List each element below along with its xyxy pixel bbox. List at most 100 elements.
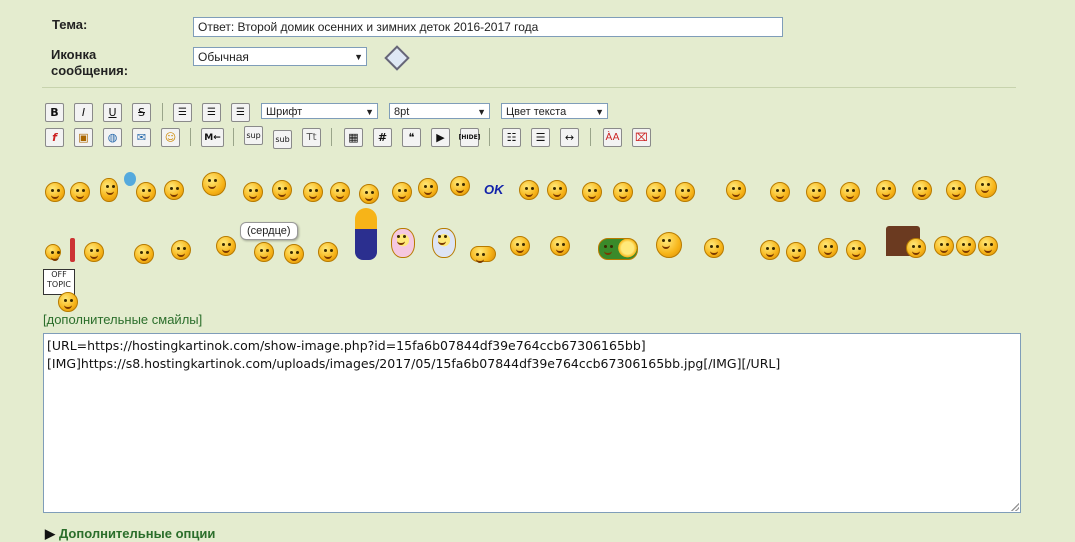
balloon-icon[interactable]	[124, 172, 136, 186]
laugh-smile-icon[interactable]	[272, 180, 292, 200]
smile-icon[interactable]	[134, 244, 154, 264]
grin-smile-icon[interactable]	[330, 182, 350, 202]
smile-icon[interactable]	[45, 244, 61, 261]
divider	[42, 87, 1016, 88]
ok-smile-icon[interactable]	[450, 176, 470, 196]
ok-sign: OK	[484, 182, 504, 197]
quote-icon[interactable]: ❝	[402, 128, 421, 147]
smile-icon[interactable]	[70, 182, 90, 202]
skateboard-smile-icon[interactable]	[598, 238, 638, 260]
subject-input[interactable]: Ответ: Второй домик осенних и зимних дет…	[193, 17, 783, 37]
bold-button[interactable]: B	[45, 103, 64, 122]
smile-icon[interactable]	[254, 242, 274, 262]
idea-smile-icon[interactable]	[876, 180, 896, 200]
size-select[interactable]: 8pt ▼	[389, 103, 490, 119]
remove-format-icon[interactable]: ⌧	[632, 128, 651, 147]
additional-options-toggle[interactable]: ▶ Дополнительные опции	[45, 526, 215, 542]
girls-smile-icon[interactable]	[760, 240, 780, 260]
thermometer-icon[interactable]	[70, 238, 75, 262]
message-textarea[interactable]: [URL=https://hostingkartinok.com/show-im…	[43, 333, 1021, 513]
pregnant-smile-icon[interactable]	[355, 208, 377, 260]
smile-icon[interactable]	[45, 182, 65, 202]
offtopic-smile-icon[interactable]	[58, 292, 78, 312]
merge-button[interactable]: M←	[201, 128, 224, 147]
hide-button[interactable]: [HIDE]	[459, 128, 480, 147]
font-select-value: Шрифт	[266, 106, 303, 118]
align-left-icon[interactable]: ☰	[173, 103, 192, 122]
thinking-smile-icon[interactable]	[359, 184, 379, 204]
italic-button[interactable]: I	[74, 103, 93, 122]
subscript-button[interactable]: sub	[273, 130, 292, 149]
bullet-list-icon[interactable]: ☷	[502, 128, 521, 147]
flower-smile-icon[interactable]	[202, 172, 226, 196]
globe-link-icon[interactable]: ◍	[103, 128, 122, 147]
superscript-button[interactable]: sup	[244, 126, 263, 145]
code-button[interactable]: #	[373, 128, 392, 147]
smile-icon[interactable]	[786, 242, 806, 262]
dance-smile-icon[interactable]	[806, 182, 826, 202]
angry-smile-icon[interactable]	[418, 178, 438, 198]
image-icon[interactable]: ▣	[74, 128, 93, 147]
choir-smile-icon[interactable]	[978, 236, 998, 256]
bonnet-smile-icon[interactable]	[432, 228, 456, 258]
smile-icon[interactable]	[84, 242, 104, 262]
party-smile-icon[interactable]	[510, 236, 530, 256]
spoiler-icon[interactable]: ▶	[431, 128, 450, 147]
spellcheck-icon[interactable]: ÀA	[603, 128, 622, 147]
smile-icon[interactable]	[284, 244, 304, 264]
flash-icon[interactable]: f	[45, 128, 64, 147]
smile-icon[interactable]	[912, 180, 932, 200]
cry-smile-icon[interactable]	[675, 182, 695, 202]
font-select[interactable]: Шрифт ▼	[261, 103, 378, 119]
love-smile-icon[interactable]	[818, 238, 838, 258]
sad-smile-icon[interactable]	[547, 180, 567, 200]
offtopic-line2: TOPIC	[47, 280, 71, 289]
piano-smile-icon[interactable]	[906, 238, 926, 258]
smile-icon[interactable]	[303, 182, 323, 202]
teletype-button[interactable]: Tt	[302, 128, 321, 147]
resize-grip-icon[interactable]	[1011, 503, 1019, 511]
icon-label-line1: Иконка	[51, 47, 97, 62]
color-select[interactable]: Цвет текста ▼	[501, 103, 608, 119]
chevron-down-icon: ▼	[354, 52, 363, 62]
smile-icon[interactable]	[318, 242, 338, 262]
wave-smile-icon[interactable]	[613, 182, 633, 202]
surprised-smile-icon[interactable]	[975, 176, 997, 198]
align-center-icon[interactable]: ☰	[202, 103, 221, 122]
choir-smile-icon[interactable]	[956, 236, 976, 256]
cool-smile-icon[interactable]	[726, 180, 746, 200]
smile-tooltip: (сердце)	[240, 222, 298, 240]
balloon-smile-icon[interactable]	[136, 182, 156, 202]
numbered-list-icon[interactable]: ☰	[531, 128, 550, 147]
smile-icon[interactable]	[164, 180, 184, 200]
size-select-value: 8pt	[394, 106, 410, 118]
shout-smile-icon[interactable]	[946, 180, 966, 200]
smile-icon[interactable]	[840, 182, 860, 202]
clap-smile-icon[interactable]	[171, 240, 191, 260]
girl-friends-smile-icon[interactable]	[704, 238, 724, 258]
girl-smile-icon[interactable]	[391, 228, 415, 258]
email-icon[interactable]: ✉	[132, 128, 151, 147]
lying-smile-icon[interactable]	[470, 246, 496, 263]
smile-icon[interactable]	[582, 182, 602, 202]
table-icon[interactable]: ▦	[344, 128, 363, 147]
smile-icon[interactable]	[519, 180, 539, 200]
smile-icon[interactable]	[646, 182, 666, 202]
smile-icon[interactable]	[770, 182, 790, 202]
strike-button[interactable]: S	[132, 103, 151, 122]
more-smiles-link[interactable]: [дополнительные смайлы]	[43, 312, 202, 327]
offtopic-sign[interactable]: OFF TOPIC	[43, 269, 75, 295]
hug-smile-icon[interactable]	[656, 232, 682, 258]
message-icon-select[interactable]: Обычная ▼	[193, 47, 367, 66]
choir-smile-icon[interactable]	[934, 236, 954, 256]
devil-smile-icon[interactable]	[216, 236, 236, 256]
smile-icon[interactable]	[846, 240, 866, 260]
heart-smile-icon[interactable]	[243, 182, 263, 202]
align-right-icon[interactable]: ☰	[231, 103, 250, 122]
smile-link-icon[interactable]: ☺	[161, 128, 180, 147]
horizontal-rule-icon[interactable]: ↔	[560, 128, 579, 147]
underline-button[interactable]: U	[103, 103, 122, 122]
duck-smile-icon[interactable]	[100, 178, 118, 202]
smile-icon[interactable]	[392, 182, 412, 202]
crazy-smile-icon[interactable]	[550, 236, 570, 256]
